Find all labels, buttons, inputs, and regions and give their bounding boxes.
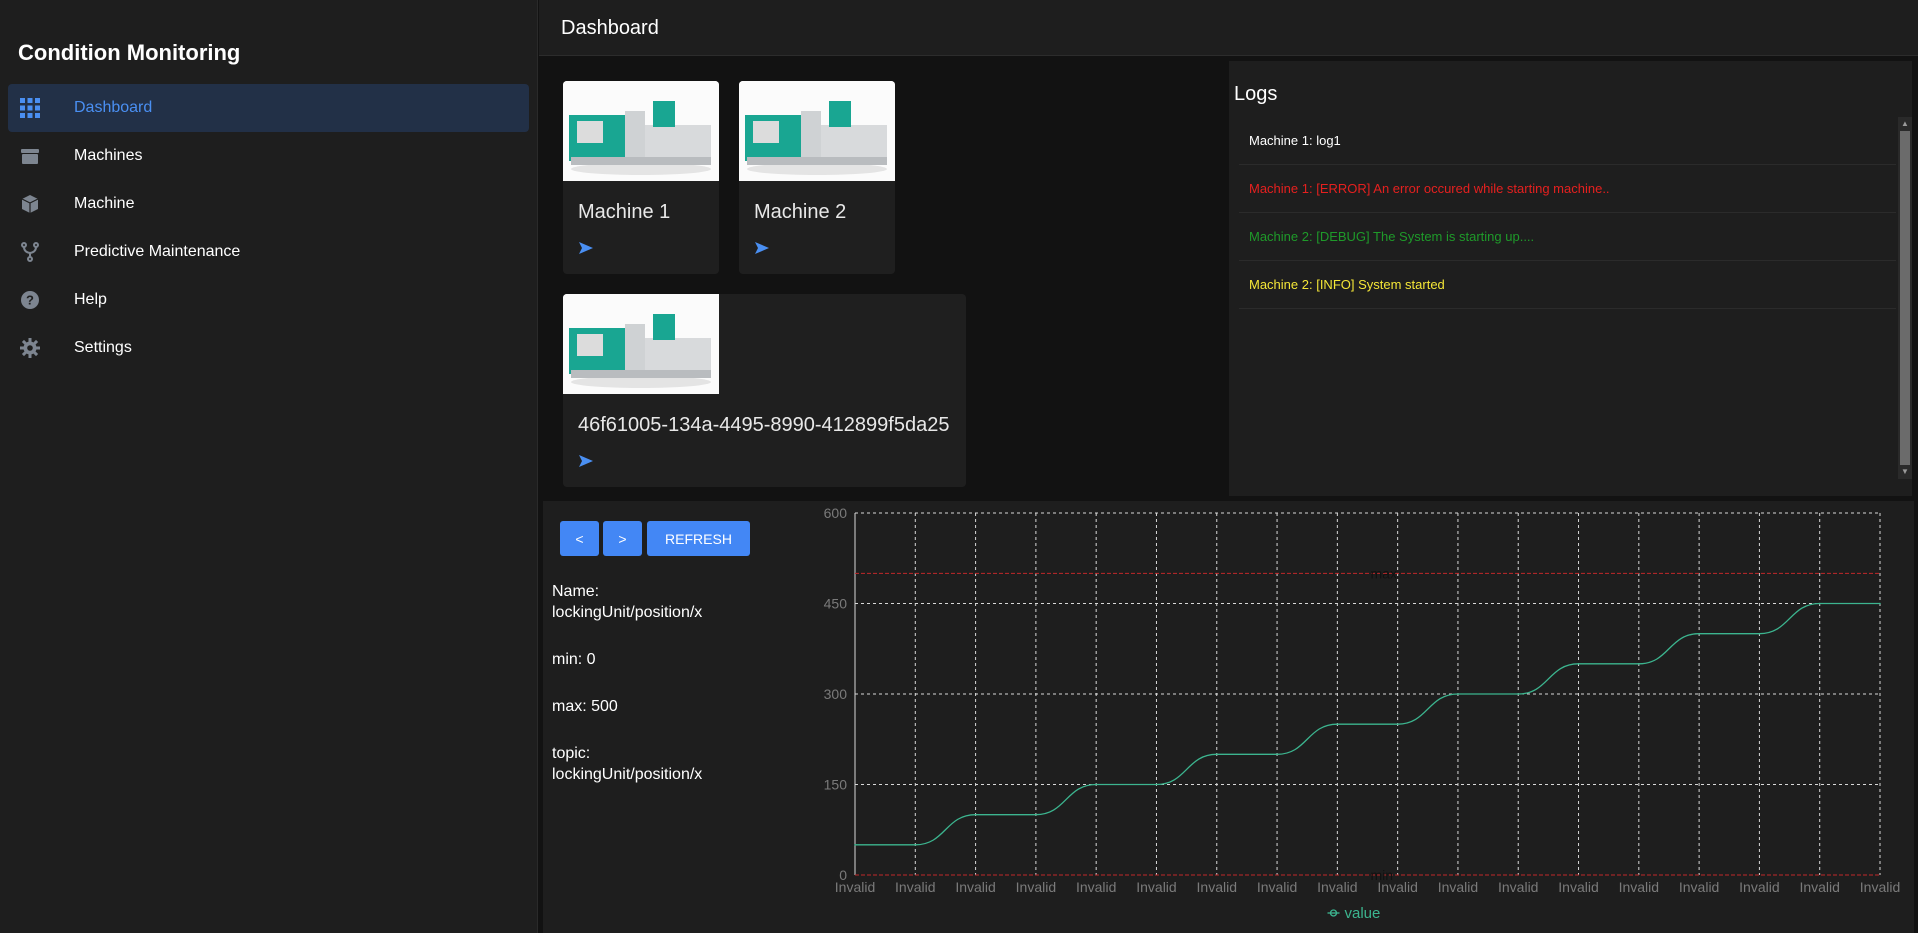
data-point: [1457, 693, 1459, 695]
sidebar-nav: Dashboard Machines Machine Predictive Ma…: [8, 84, 529, 372]
line-chart: 0150300450600Invalid Invalid Invalid Invali…: [824, 505, 1901, 922]
machine-name: 46f61005-134a-4495-8990-412899f5da25: [578, 414, 950, 436]
x-tick-label: Invalid: [835, 879, 875, 895]
data-point: [1517, 693, 1520, 695]
x-tick-label: Invalid: [1076, 879, 1116, 895]
x-tick-label: Invalid: [1860, 879, 1900, 895]
sidebar-item-label: Dashboard: [74, 99, 153, 116]
help-icon: ?: [20, 290, 40, 310]
scroll-up-icon[interactable]: ▲: [1901, 119, 1909, 129]
x-tick-label: Invalid: [1619, 879, 1659, 895]
machine-card[interactable]: Machine 1: [563, 81, 719, 274]
data-point: [1336, 723, 1339, 725]
data-point: [974, 813, 977, 816]
log-entry: Machine 1: [ERROR] An error occured whil…: [1239, 165, 1896, 213]
svg-text:?: ?: [26, 293, 34, 308]
cube-icon: [20, 194, 40, 214]
y-tick-label: 600: [824, 505, 848, 521]
data-point: [1879, 602, 1881, 605]
x-tick-label: Invalid: [1739, 879, 1779, 895]
logs-panel: Logs Machine 1: log1 Machine 1: [ERROR] …: [1229, 61, 1912, 496]
threshold-label: min: [1371, 867, 1394, 883]
threshold-label: max: [1371, 565, 1397, 581]
x-tick-label: Invalid: [895, 879, 935, 895]
app-brand: Condition Monitoring: [18, 40, 241, 65]
data-point: [1818, 602, 1821, 605]
send-icon[interactable]: [578, 454, 594, 468]
data-point: [1095, 783, 1097, 786]
legend-label: value: [1345, 905, 1381, 922]
log-entry: Machine 2: [INFO] System started: [1239, 261, 1896, 309]
sidebar-item-label: Help: [74, 291, 107, 308]
machine-image: [563, 294, 719, 394]
grid-icon: [20, 98, 40, 118]
data-point: [1035, 813, 1037, 816]
sidebar-item-dashboard[interactable]: Dashboard: [8, 84, 529, 132]
data-point: [914, 844, 917, 846]
data-point: [1638, 663, 1640, 665]
x-tick-label: Invalid: [1679, 879, 1719, 895]
data-point: [1577, 663, 1580, 665]
sidebar-item-label: Settings: [74, 339, 132, 356]
log-entry: Machine 1: log1: [1239, 117, 1896, 165]
data-point: [1758, 632, 1761, 635]
sidebar-item-label: Machines: [74, 147, 143, 164]
page-title: Dashboard: [561, 17, 659, 39]
sidebar: Condition Monitoring Dashboard Machines …: [0, 0, 538, 933]
x-tick-label: Invalid: [1197, 879, 1237, 895]
sidebar-item-machine[interactable]: Machine: [8, 180, 529, 228]
data-point: [1215, 753, 1218, 756]
x-tick-label: Invalid: [1438, 879, 1478, 895]
y-tick-label: 450: [824, 596, 848, 612]
machines-icon: [20, 146, 40, 166]
sensor-panel: < > REFRESH Name: lockingUnit/position/x…: [543, 501, 1914, 933]
data-point: [1155, 783, 1158, 786]
logs-title: Logs: [1234, 83, 1278, 105]
log-entry: Machine 2: [DEBUG] The System is startin…: [1239, 213, 1896, 261]
y-tick-label: 300: [824, 686, 848, 702]
machine-card[interactable]: Machine 2: [739, 81, 895, 274]
data-point: [1276, 753, 1278, 756]
send-icon[interactable]: [578, 241, 594, 255]
x-tick-label: Invalid: [1317, 879, 1357, 895]
x-tick-label: Invalid: [1136, 879, 1176, 895]
scrollbar-thumb[interactable]: [1900, 131, 1910, 465]
x-tick-label: Invalid: [1558, 879, 1598, 895]
y-tick-label: 150: [824, 777, 848, 793]
logs-scrollbar[interactable]: ▲ ▼: [1898, 117, 1912, 479]
data-point: [1698, 632, 1700, 635]
sidebar-item-label: Machine: [74, 195, 135, 212]
machine-card[interactable]: 46f61005-134a-4495-8990-412899f5da25: [563, 294, 966, 487]
series-line: [854, 602, 1880, 846]
branch-icon: [20, 242, 40, 262]
sidebar-item-settings[interactable]: Settings: [8, 324, 529, 372]
gear-icon: [20, 338, 40, 358]
scroll-down-icon[interactable]: ▼: [1901, 467, 1909, 477]
sidebar-item-machines[interactable]: Machines: [8, 132, 529, 180]
x-tick-label: Invalid: [1016, 879, 1056, 895]
send-icon[interactable]: [754, 241, 770, 255]
machine-name: Machine 2: [754, 201, 847, 223]
x-tick-label: Invalid: [1498, 879, 1538, 895]
sidebar-item-label: Predictive Maintenance: [74, 243, 241, 260]
data-point: [1396, 723, 1399, 725]
machine-image: [739, 81, 895, 181]
x-tick-label: Invalid: [955, 879, 995, 895]
machine-image: [563, 81, 719, 181]
sidebar-item-predictive-maintenance[interactable]: Predictive Maintenance: [8, 228, 529, 276]
data-point: [854, 844, 856, 846]
sidebar-item-help[interactable]: ? Help: [8, 276, 529, 324]
x-tick-label: Invalid: [1799, 879, 1839, 895]
top-bar: Dashboard: [539, 0, 1918, 56]
x-tick-label: Invalid: [1257, 879, 1297, 895]
machine-name: Machine 1: [578, 201, 671, 223]
log-list: Machine 1: log1 Machine 1: [ERROR] An er…: [1239, 117, 1896, 309]
